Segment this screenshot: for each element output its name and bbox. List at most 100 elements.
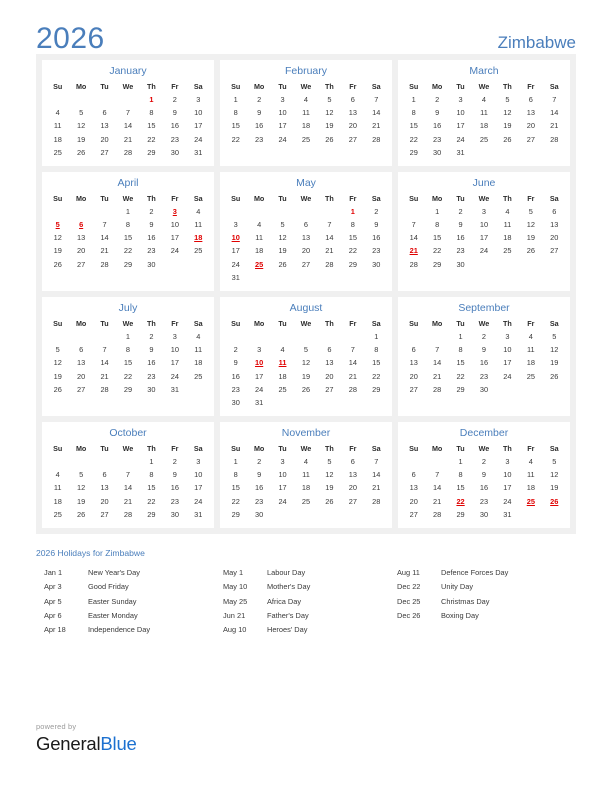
day-cell: 1 [125,332,131,342]
holiday-name: Mother's Day [266,582,311,592]
month-grid: Su Mo Tu We Th Fr Sa 1 2 3 4 5 6 7 8 9 10 11 12 13 14 15 16 17 1… [402,318,566,396]
day-cell: 26 [526,246,535,256]
day-cell: 30 [170,509,179,519]
week-row: 12 13 14 15 16 17 18 [46,357,210,370]
day-cell: 16 [372,233,381,243]
day-cell: 20 [77,246,86,256]
day-cell: 27 [100,147,109,157]
day-cell-empty [93,330,116,343]
weekday-header-tu: Tu [278,444,287,454]
day-cell: 31 [456,147,465,157]
day-cell: 26 [278,259,287,269]
day-cell: 7 [374,457,379,467]
weekday-header-fr: Fr [349,319,357,329]
day-cell: 3 [257,345,262,355]
day-cell: 11 [194,220,203,230]
day-cell: 1 [458,457,463,467]
day-cell: 31 [170,384,179,394]
day-cell-empty [294,396,317,409]
weekday-header-tu: Tu [100,82,109,92]
day-cell: 8 [374,345,379,355]
month-card-june: June Su Mo Tu We Th Fr Sa 1 2 3 4 5 6 7 8 9 10 11 12 13 14 15 1… [398,171,570,291]
day-cell: 2 [149,207,154,217]
day-cell: 19 [503,121,512,131]
weekday-header-su: Su [231,444,241,454]
holiday-name: Unity Day [441,582,474,592]
holiday-name: Father's Day [266,610,309,620]
day-cell: 9 [435,108,440,118]
day-cell: 21 [372,121,381,131]
weekday-header-th: Th [325,444,334,454]
week-row: 29 30 31 [402,146,566,159]
weekday-header-mo: Mo [75,194,87,204]
day-cell: 18 [278,371,287,381]
day-cell: 14 [123,121,133,131]
day-cell: 9 [149,220,154,230]
weekday-header-row: Su Mo Tu We Th Fr Sa [224,318,388,330]
weekday-header-tu: Tu [456,194,465,204]
weekday-header-we: We [300,444,312,454]
day-cell: 16 [147,358,156,368]
day-cell: 16 [255,483,264,493]
day-cell: 2 [257,95,262,105]
day-cell: 29 [123,259,133,269]
month-name: October [109,427,147,440]
holiday-date: Dec 22 [397,582,421,592]
day-cell: 16 [147,233,156,243]
week-row: 15 16 17 18 19 20 21 [402,120,566,133]
holiday-name: New Year's Day [88,568,140,578]
day-cell: 12 [550,470,559,480]
day-cell: 31 [255,397,264,407]
weekday-header-th: Th [147,194,156,204]
day-cell: 24 [278,134,287,144]
day-cell: 8 [350,220,355,230]
day-cell: 20 [409,496,418,506]
day-cell: 3 [196,95,201,105]
weekday-header-su: Su [53,444,63,454]
day-cell: 31 [231,272,240,282]
day-cell: 20 [100,496,109,506]
day-cell: 13 [348,108,357,118]
day-cell-empty [402,330,425,343]
day-cell: 10 [503,345,512,355]
day-cell: 6 [327,345,332,355]
day-cell-empty [247,205,270,218]
day-cell: 9 [374,220,379,230]
day-cell: 23 [372,246,381,256]
day-cell: 4 [528,332,533,342]
day-cell: 5 [303,345,309,355]
day-cell-empty [496,383,519,396]
day-cell: 23 [255,496,264,506]
day-cell: 30 [456,259,465,269]
day-cell: 7 [435,470,440,480]
weekday-header-sa: Sa [193,319,203,329]
day-cell-empty [163,258,186,271]
day-cell: 14 [325,233,334,243]
day-cell: 9 [172,470,177,480]
week-row: 27 28 29 30 [402,383,566,396]
quarter-row: October Su Mo Tu We Th Fr Sa 1 2 3 4 5 6 7 8 9 10 11 12 13 14… [42,422,570,528]
day-cell: 10 [479,220,489,230]
day-cell: 12 [503,108,512,118]
holiday-date: Jan 1 [44,568,63,578]
day-cell: 21 [100,371,109,381]
day-cell: 14 [100,233,109,243]
day-cell: 13 [77,233,86,243]
day-cell-holiday: 25 [255,259,264,269]
day-cell: 13 [301,233,311,243]
weekday-header-we: We [300,82,312,92]
day-cell-empty [46,205,69,218]
day-cell: 9 [458,220,463,230]
day-cell: 8 [458,345,463,355]
day-cell: 18 [194,358,203,368]
weekday-header-sa: Sa [549,444,559,454]
day-cell: 2 [233,345,238,355]
day-cell: 22 [231,134,240,144]
page-header: 2026 Zimbabwe [36,0,576,54]
day-cell: 18 [53,496,62,506]
day-cell: 26 [53,384,62,394]
weekday-header-row: Su Mo Tu We Th Fr Sa [224,193,388,205]
day-cell: 1 [435,207,440,217]
day-cell-empty [318,205,341,218]
weekday-header-sa: Sa [549,82,559,92]
